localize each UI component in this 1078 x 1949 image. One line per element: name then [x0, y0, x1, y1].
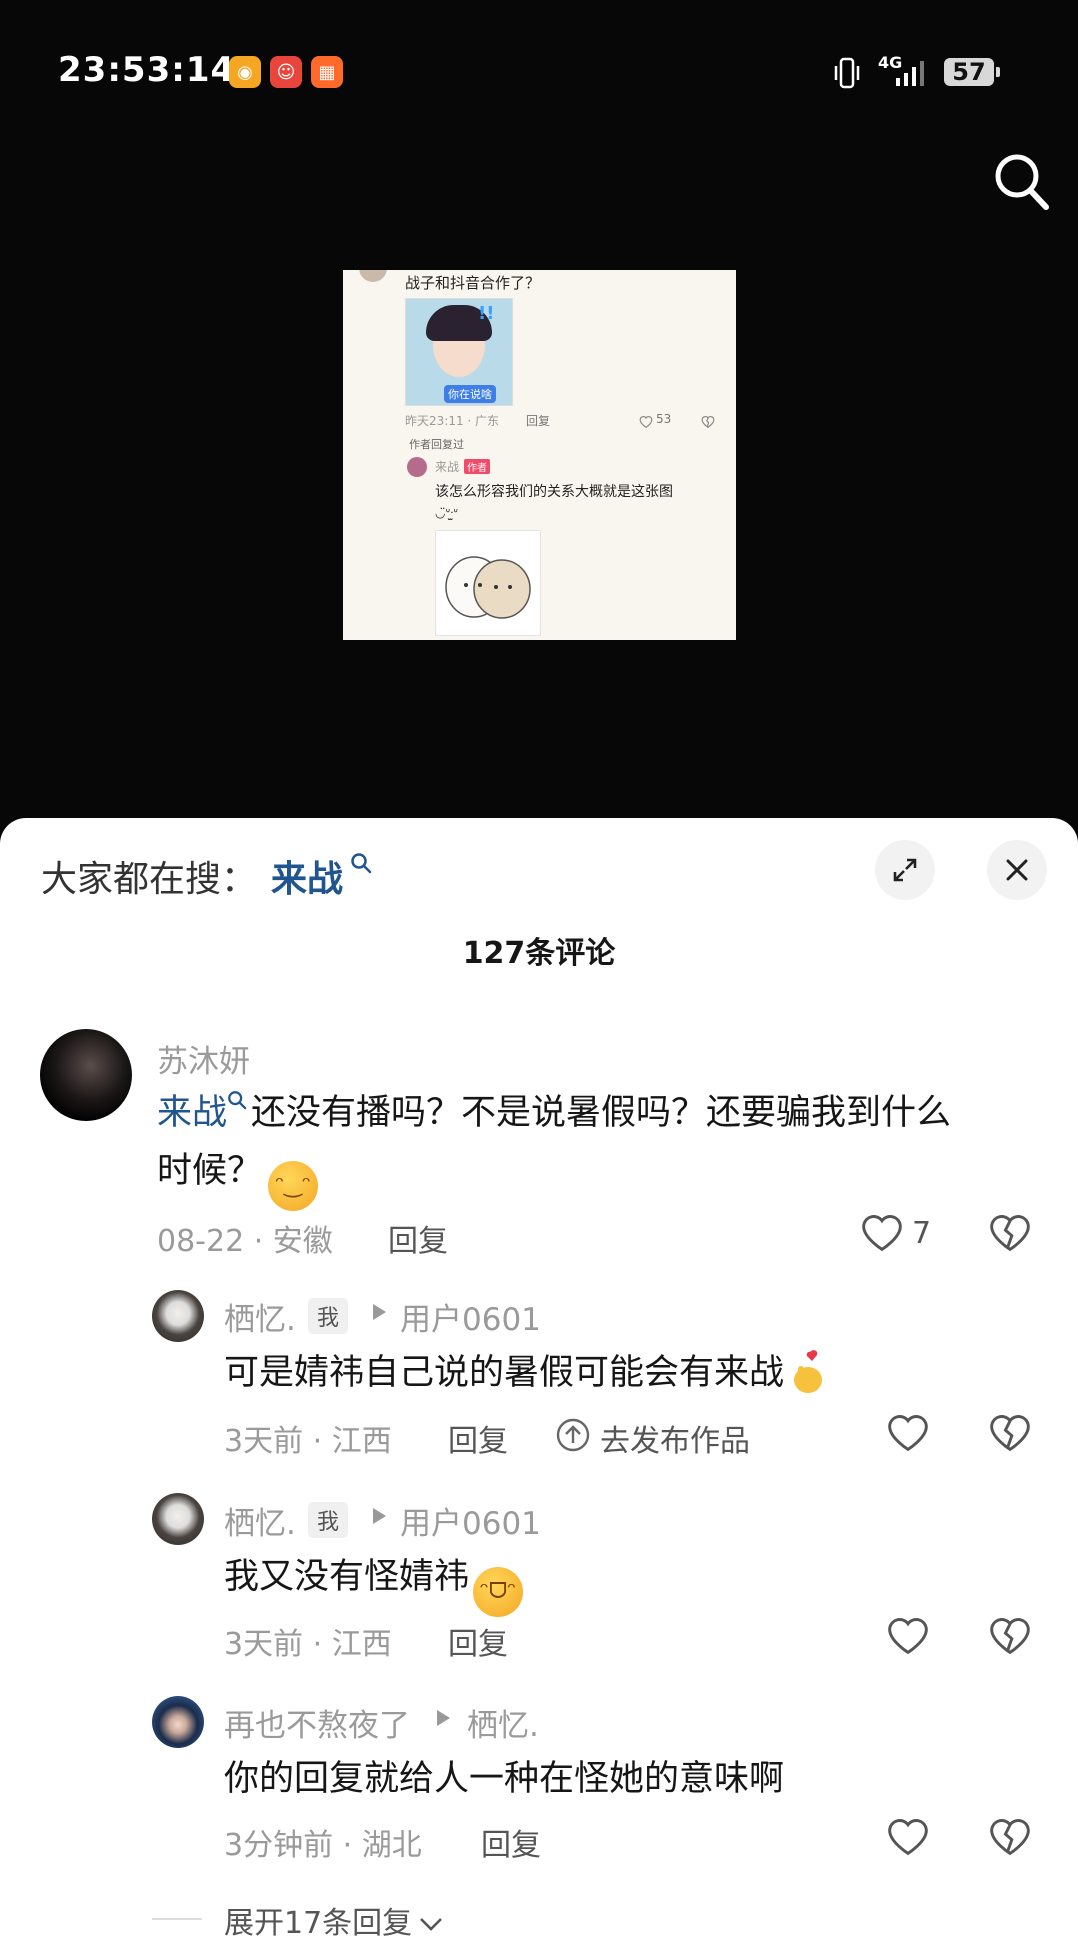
broken-heart-icon	[990, 1415, 1030, 1452]
reply-target[interactable]: 栖忆.	[467, 1700, 539, 1745]
reply-target[interactable]: 用户0601	[400, 1498, 541, 1543]
reply-arrow-icon	[370, 1302, 388, 1326]
expand-replies-button[interactable]: 展开17条回复	[224, 1898, 444, 1942]
dislike-button[interactable]	[988, 1211, 1032, 1257]
search-small-icon	[350, 852, 372, 878]
weibo-icon: ◉	[229, 56, 261, 88]
reply-meta: 3分钟前 · 湖北	[224, 1828, 422, 1863]
reply-target[interactable]: 用户0601	[400, 1294, 541, 1339]
like-button[interactable]	[886, 1411, 930, 1457]
search-icon[interactable]	[993, 152, 1051, 216]
comment-text: 来战 还没有播吗？不是说暑假吗？还要骗我到什么 时候？ ᵔ‿ᵔ	[157, 1084, 1037, 1211]
author-replied-note: 作者回复过	[409, 438, 464, 451]
avatar	[359, 270, 387, 282]
comment-username[interactable]: 苏沐妍	[157, 1036, 250, 1081]
author-avatar	[407, 457, 427, 477]
avatar[interactable]	[152, 1696, 204, 1748]
embedded-question: 战子和抖音合作了？	[405, 274, 541, 292]
reply-username[interactable]: 栖忆.	[224, 1294, 296, 1339]
heart-icon	[639, 413, 653, 432]
embedded-kaomoji: ◡̈ᐡᐧ̫ᐡ	[435, 506, 458, 520]
close-icon	[1006, 859, 1028, 881]
heart-icon	[888, 1819, 928, 1856]
like-button[interactable]	[860, 1211, 904, 1257]
divider	[152, 1918, 202, 1920]
reply-button[interactable]: 回复	[448, 1416, 508, 1460]
like-button[interactable]	[886, 1815, 930, 1861]
reply-username[interactable]: 栖忆.	[224, 1498, 296, 1543]
embedded-meta: 昨天23:11 · 广东	[405, 414, 500, 428]
publish-work-button[interactable]: 去发布作品	[600, 1416, 750, 1460]
dislike-button[interactable]	[988, 1411, 1032, 1457]
chevron-down-icon	[420, 1918, 443, 1931]
like-button[interactable]	[886, 1614, 930, 1660]
broken-heart-icon	[990, 1215, 1030, 1252]
embedded-author-text: 该怎么形容我们的关系大概就是这张图	[435, 484, 673, 500]
heart-icon	[888, 1618, 928, 1655]
search-small-icon	[228, 1091, 247, 1110]
search-prefix: 大家都在搜：	[41, 859, 258, 900]
post-image[interactable]: 战子和抖音合作了？ !! 你在说啥 昨天23:11 · 广东 回复 53 作者回…	[343, 270, 736, 640]
comment-meta: 08-22 · 安徽	[157, 1224, 333, 1259]
heart-icon	[888, 1415, 928, 1452]
battery-indicator: 57	[944, 58, 1000, 86]
author-tag: 作者	[464, 459, 490, 474]
avatar[interactable]	[40, 1029, 132, 1121]
bears-sticker	[435, 530, 541, 636]
smirk-emoji: ᵔ‿ᵔ	[268, 1161, 319, 1211]
me-tag: 我	[308, 1502, 349, 1538]
broken-heart-icon	[990, 1618, 1030, 1655]
status-time: 23:53:14	[58, 50, 236, 90]
reply-username[interactable]: 再也不熬夜了	[224, 1700, 410, 1745]
app-icon-orange: ▦	[311, 56, 343, 88]
dislike-button[interactable]	[988, 1815, 1032, 1861]
upload-icon[interactable]	[555, 1417, 591, 1457]
close-button[interactable]	[987, 840, 1047, 900]
vibrate-icon	[832, 56, 862, 94]
comment-sheet: 大家都在搜： 来战 127条评论 苏沐妍 来战 还没有播吗？不是说暑假吗？还要骗我…	[0, 818, 1078, 1949]
embedded-likes: 53	[656, 412, 672, 426]
app-icon-red: ☺	[270, 56, 302, 88]
reply-text: 可是婧祎自己说的暑假可能会有来战	[224, 1344, 828, 1402]
embedded-reply: 回复	[526, 414, 551, 428]
expand-icon	[893, 858, 917, 882]
grin-emoji: ᵔᗜᵔ	[473, 1567, 524, 1617]
reply-meta: 3天前 · 江西	[224, 1627, 392, 1662]
broken-heart-icon	[701, 413, 715, 432]
comment-count: 127条评论	[462, 936, 616, 971]
avatar[interactable]	[152, 1493, 204, 1545]
me-tag: 我	[308, 1298, 349, 1334]
reply-button[interactable]: 回复	[448, 1619, 508, 1663]
reply-text: 你的回复就给人一种在怪她的意味啊	[224, 1759, 785, 1799]
sticker-image: !! 你在说啥	[405, 298, 513, 406]
mention-link[interactable]: 来战	[157, 1093, 227, 1133]
expand-button[interactable]	[875, 840, 935, 900]
avatar[interactable]	[152, 1290, 204, 1342]
dislike-button[interactable]	[988, 1614, 1032, 1660]
heart-icon	[862, 1215, 902, 1252]
broken-heart-icon	[990, 1819, 1030, 1856]
reply-meta: 3天前 · 江西	[224, 1424, 392, 1459]
reply-arrow-icon	[370, 1506, 388, 1530]
search-term-link[interactable]: 来战	[271, 850, 343, 902]
signal-icon	[894, 60, 924, 92]
embedded-author-name: 来战	[435, 460, 460, 474]
like-count: 7	[912, 1216, 932, 1251]
reply-text: 我又没有怪婧祎 ᵔᗜᵔ	[224, 1548, 524, 1617]
finger-heart-emoji	[788, 1346, 828, 1396]
reply-button[interactable]: 回复	[388, 1216, 448, 1260]
reply-arrow-icon	[434, 1708, 452, 1732]
reply-button[interactable]: 回复	[481, 1820, 541, 1864]
